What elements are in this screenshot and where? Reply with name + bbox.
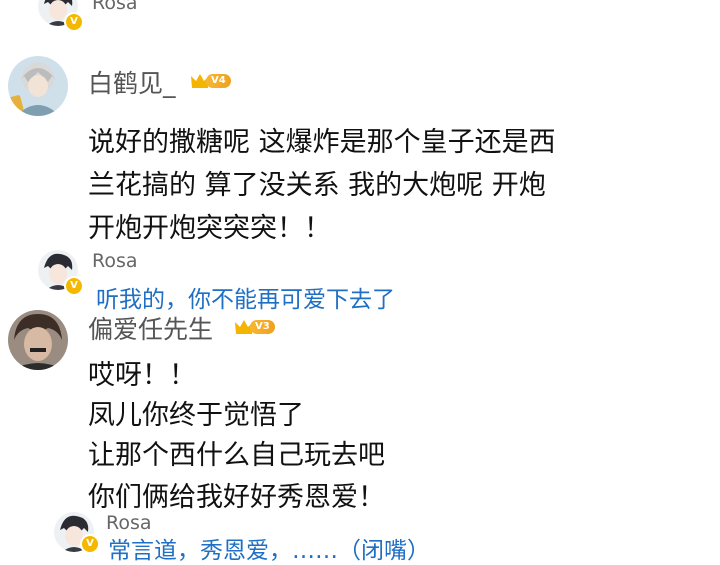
comment-line: 开炮开炮突突突！！ [88,213,331,244]
comment-line: 兰花搞的 算了没关系 我的大炮呢 开炮 [88,170,546,201]
comment-line: 凤儿你终于觉悟了 [88,400,304,431]
verified-v-icon: V [64,276,84,296]
comment-line: 让那个西什么自己玩去吧 [88,440,385,471]
reply-username[interactable]: Rosa [92,250,138,272]
level-badge: V3 [234,317,275,337]
commenter-avatar[interactable] [8,310,68,370]
reply-username[interactable]: Rosa [92,0,138,14]
verified-v-icon: V [64,12,84,32]
comment-line: 说好的撒糖呢 这爆炸是那个皇子还是西 [88,127,556,158]
commenter-username[interactable]: 偏爱任先生 [88,310,213,346]
level-label: V3 [250,320,275,334]
comment-line: 哎呀！！ [88,360,196,391]
level-label: V4 [206,74,231,88]
commenter-avatar[interactable] [8,56,68,116]
commenter-username[interactable]: 白鹤见_ [88,64,176,100]
verified-v-icon: V [80,534,100,554]
level-badge: V4 [190,71,231,91]
reply-text: 听我的，你不能再可爱下去了 [96,287,395,313]
reply-text: 常言道，秀恩爱，……（闭嘴） [108,538,430,564]
